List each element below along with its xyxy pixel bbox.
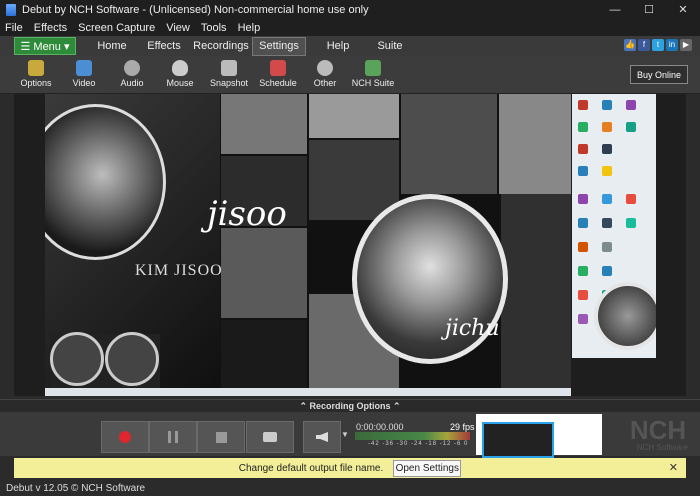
preview-desktop-icons xyxy=(572,94,656,358)
maximize-button[interactable]: ☐ xyxy=(632,0,666,19)
options-icon xyxy=(28,60,44,76)
thumbnail-capture-area xyxy=(482,422,554,458)
preview-taskbar xyxy=(45,388,571,396)
tab-suite[interactable]: Suite xyxy=(364,40,416,52)
preview-thumbnail[interactable] xyxy=(476,414,602,458)
menu-screen-capture[interactable]: Screen Capture xyxy=(78,22,155,34)
tab-settings[interactable]: Settings xyxy=(252,36,306,56)
stop-icon xyxy=(215,431,227,443)
tab-help[interactable]: Help xyxy=(312,40,364,52)
stop-button[interactable] xyxy=(197,421,245,453)
menu-effects[interactable]: Effects xyxy=(34,22,67,34)
fps-readout: 29 fps xyxy=(450,422,475,432)
menu-bar: File Effects Screen Capture View Tools H… xyxy=(0,19,700,36)
status-bar: Debut v 12.05 © NCH Software xyxy=(0,481,700,496)
volume-dropdown-icon[interactable]: ▼ xyxy=(341,430,349,439)
pause-button[interactable] xyxy=(149,421,197,453)
collage-caption: KIM JISOO xyxy=(135,262,223,279)
like-icon[interactable]: 👍 xyxy=(624,39,636,51)
pause-icon xyxy=(168,431,178,443)
title-bar: Debut by NCH Software - (Unlicensed) Non… xyxy=(0,0,700,19)
mouse-icon xyxy=(172,60,188,76)
snapshot-button[interactable]: Snapshot xyxy=(207,58,251,91)
other-button[interactable]: Other xyxy=(303,58,347,91)
menu-help[interactable]: Help xyxy=(238,22,261,34)
menu-view[interactable]: View xyxy=(166,22,190,34)
menu-file[interactable]: File xyxy=(5,22,23,34)
open-settings-button[interactable]: Open Settings xyxy=(393,459,462,477)
info-banner: Change default output file name. Open Se… xyxy=(14,458,686,478)
ribbon-tabs: ☰ Menu ▾ Home Effects Recordings Setting… xyxy=(0,36,700,57)
recording-controls: ▼ 0:00:00.000 -42 -36 -30 -24 -18 -12 -6… xyxy=(0,412,700,458)
banner-message: Change default output file name. xyxy=(238,462,384,474)
close-button[interactable]: ✕ xyxy=(666,0,700,19)
window-title: Debut by NCH Software - (Unlicensed) Non… xyxy=(22,3,369,16)
settings-toolbar: Options Video Audio Mouse Snapshot Sched… xyxy=(0,56,700,94)
record-icon xyxy=(119,431,131,443)
video-button[interactable]: Video xyxy=(62,58,106,91)
volume-button[interactable] xyxy=(303,421,341,453)
facebook-icon[interactable]: f xyxy=(638,39,650,51)
camera-icon xyxy=(263,432,277,442)
social-links: 👍 f t in ▶ xyxy=(624,39,692,51)
audio-level-meter xyxy=(355,432,470,440)
preview-screen: KIM JISOO jisoo jichu xyxy=(45,94,571,396)
menu-button[interactable]: ☰ Menu ▾ xyxy=(14,37,76,55)
mouse-button[interactable]: Mouse xyxy=(158,58,202,91)
meter-scale: -42 -36 -30 -24 -18 -12 -6 0 xyxy=(368,441,469,447)
collage-signature: jichu xyxy=(445,316,500,341)
gear-icon xyxy=(317,60,333,76)
record-button[interactable] xyxy=(101,421,149,453)
speaker-icon xyxy=(316,432,328,442)
options-button[interactable]: Options xyxy=(14,58,58,91)
video-icon xyxy=(76,60,92,76)
audio-button[interactable]: Audio xyxy=(110,58,154,91)
tab-effects[interactable]: Effects xyxy=(138,40,190,52)
recording-time: 0:00:00.000 xyxy=(356,422,404,432)
nch-suite-icon xyxy=(365,60,381,76)
app-icon xyxy=(6,3,16,16)
minimize-button[interactable]: — xyxy=(598,0,632,19)
buy-online-button[interactable]: Buy Online xyxy=(630,65,688,84)
snapshot-icon xyxy=(221,60,237,76)
audio-icon xyxy=(124,60,140,76)
schedule-icon xyxy=(270,60,286,76)
banner-close-icon[interactable]: ✕ xyxy=(669,461,678,474)
menu-tools[interactable]: Tools xyxy=(201,22,227,34)
more-icon[interactable]: ▶ xyxy=(680,39,692,51)
schedule-button[interactable]: Schedule xyxy=(256,58,300,91)
tab-recordings[interactable]: Recordings xyxy=(190,40,252,52)
tab-home[interactable]: Home xyxy=(86,40,138,52)
snapshot-capture-button[interactable] xyxy=(246,421,294,453)
twitter-icon[interactable]: t xyxy=(652,39,664,51)
recording-options-toggle[interactable]: ⌃ Recording Options ⌃ xyxy=(0,399,700,412)
nch-suite-button[interactable]: NCH Suite xyxy=(351,58,395,91)
nch-logo-sub: NCH Software xyxy=(636,443,688,452)
linkedin-icon[interactable]: in xyxy=(666,39,678,51)
collage-title: jisoo xyxy=(207,194,287,234)
capture-preview: KIM JISOO jisoo jichu xyxy=(14,94,686,396)
